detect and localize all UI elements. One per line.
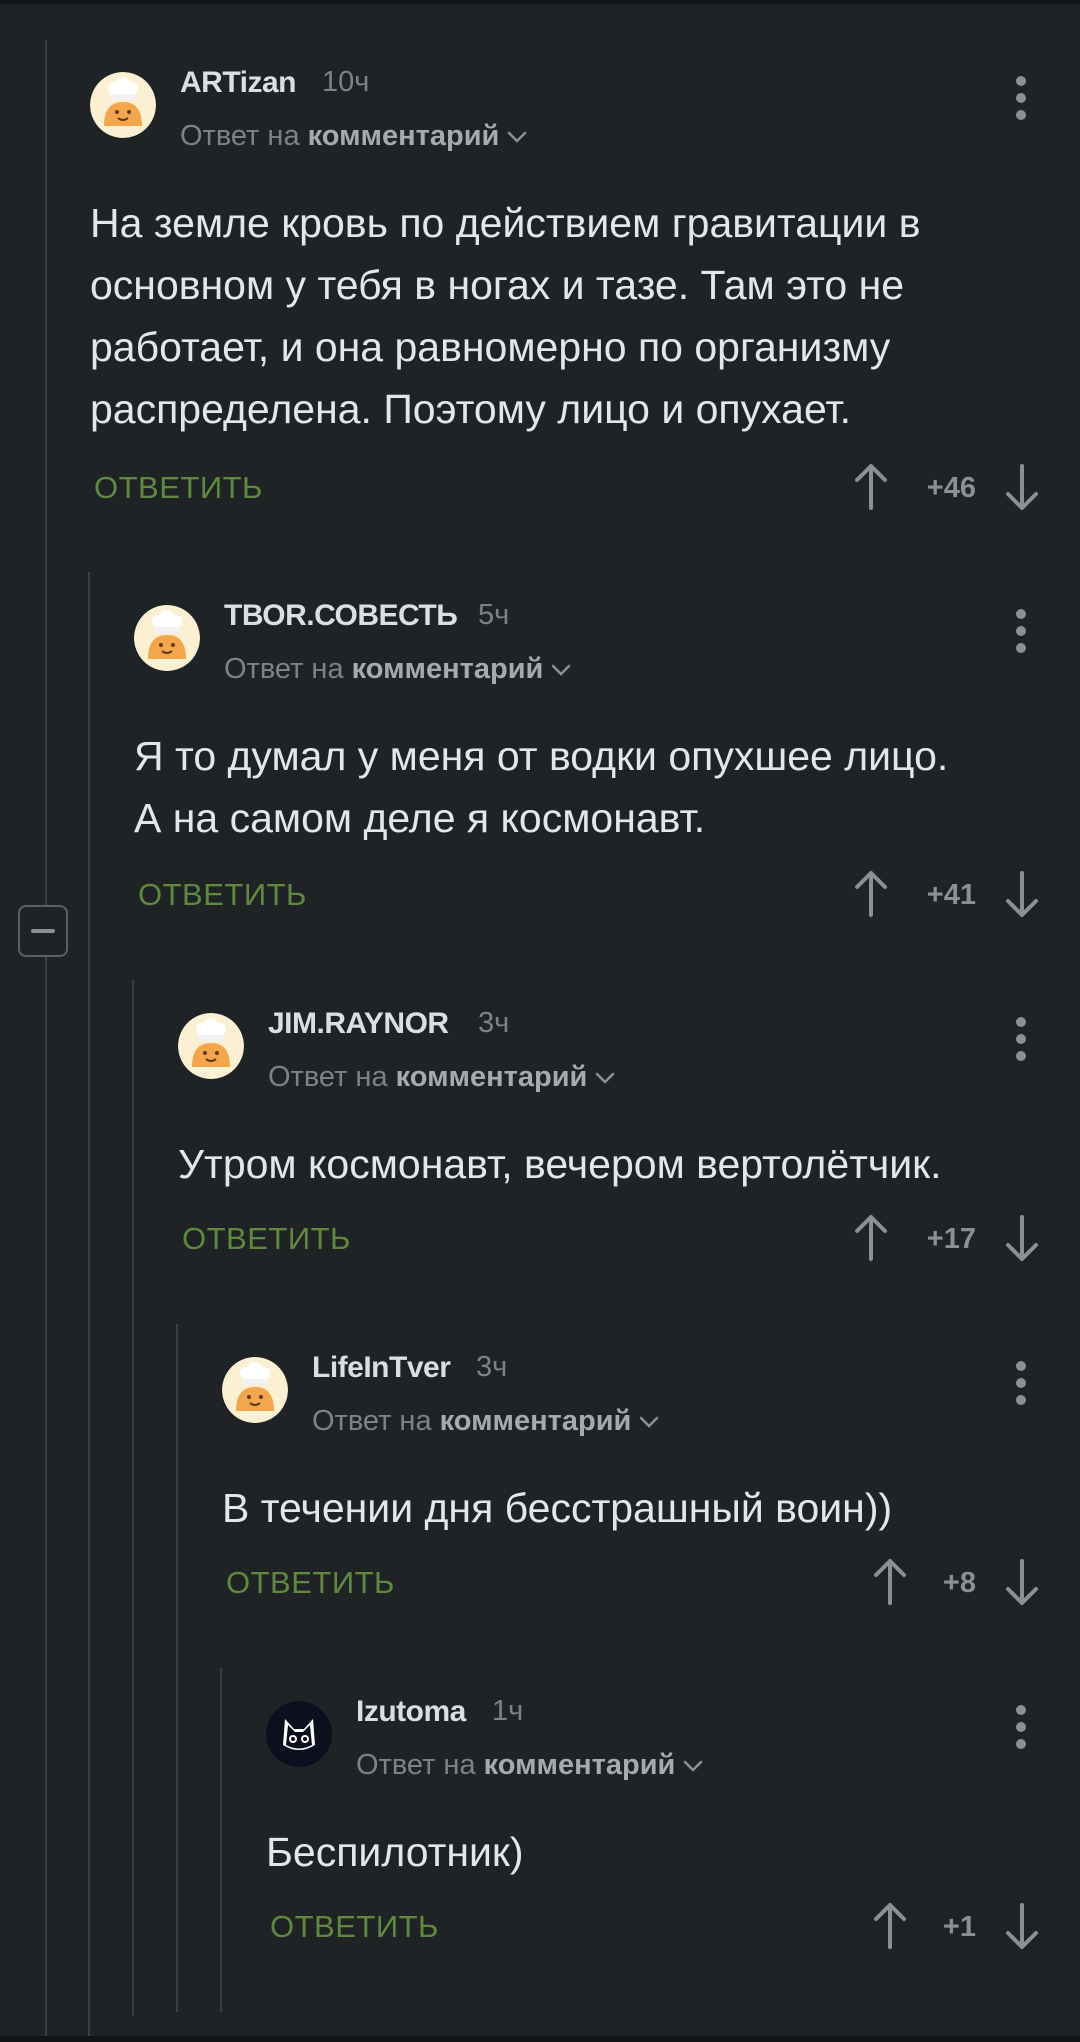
reply-button[interactable]: ОТВЕТИТЬ xyxy=(182,1221,351,1257)
comment-text: Я то думал у меня от водки опухшее лицо.… xyxy=(134,725,948,849)
chevron-down-icon xyxy=(596,1073,615,1085)
downvote-arrow-icon[interactable] xyxy=(1002,871,1042,919)
reply-target: комментарий xyxy=(483,1749,676,1781)
reply-target: комментарий xyxy=(439,1405,632,1437)
comment-time: 3ч xyxy=(476,1351,508,1383)
comment-time: 1ч xyxy=(492,1695,524,1727)
comment-score: +41 xyxy=(926,879,976,911)
chevron-down-icon xyxy=(684,1761,703,1773)
chef-avatar-image xyxy=(134,605,200,671)
reply-button[interactable]: ОТВЕТИТЬ xyxy=(138,877,307,913)
reply-prefix: Ответ на xyxy=(180,120,300,152)
downvote-arrow-icon[interactable] xyxy=(1002,464,1042,512)
comment-text-line: На земле кровь по действием гравитации в xyxy=(90,200,921,246)
avatar[interactable] xyxy=(222,1357,288,1423)
comment-text: На земле кровь по действием гравитации в… xyxy=(90,192,921,440)
username[interactable]: JIM.RAYNOR xyxy=(268,1007,449,1041)
top-divider xyxy=(0,0,1080,4)
reply-prefix: Ответ на xyxy=(356,1749,476,1781)
upvote-arrow-icon[interactable] xyxy=(851,462,891,510)
chef-avatar-image xyxy=(222,1357,288,1423)
comment-text: Беспилотник) xyxy=(266,1821,524,1883)
more-menu-icon[interactable] xyxy=(1009,1353,1033,1413)
bottom-divider xyxy=(0,2036,1080,2042)
username[interactable]: Izutoma xyxy=(356,1695,466,1729)
reply-prefix: Ответ на xyxy=(268,1061,388,1093)
downvote-arrow-icon[interactable] xyxy=(1002,1903,1042,1951)
comment-score: +8 xyxy=(942,1567,976,1599)
chevron-down-icon xyxy=(508,132,527,144)
comment-text-line: работает, и она равномерно по организму xyxy=(90,324,891,370)
avatar[interactable] xyxy=(266,1701,332,1767)
upvote-arrow-icon[interactable] xyxy=(851,869,891,917)
minus-icon xyxy=(31,929,55,933)
more-menu-icon[interactable] xyxy=(1009,601,1033,661)
comment-time: 5ч xyxy=(478,599,510,631)
chef-avatar-image xyxy=(178,1013,244,1079)
comment-text-line: В течении дня бесстрашный воин)) xyxy=(222,1485,893,1531)
reply-to-link[interactable]: Ответ на комментарий xyxy=(224,653,571,686)
reply-to-link[interactable]: Ответ на комментарий xyxy=(312,1405,659,1438)
avatar[interactable] xyxy=(178,1013,244,1079)
comment-time: 3ч xyxy=(478,1007,510,1039)
cat-avatar-image xyxy=(266,1701,332,1767)
downvote-arrow-icon[interactable] xyxy=(1002,1559,1042,1607)
comment-time: 10ч xyxy=(322,66,370,98)
comment-text-line: основном у тебя в ногах и тазе. Там это … xyxy=(90,262,905,308)
reply-to-link[interactable]: Ответ на комментарий xyxy=(180,120,527,153)
upvote-arrow-icon[interactable] xyxy=(851,1213,891,1261)
comment-score: +1 xyxy=(942,1911,976,1943)
reply-prefix: Ответ на xyxy=(224,653,344,685)
thread-line-1 xyxy=(45,40,47,2036)
reply-target: комментарий xyxy=(307,120,500,152)
avatar[interactable] xyxy=(90,72,156,138)
thread-line-5 xyxy=(220,1668,222,2012)
reply-button[interactable]: ОТВЕТИТЬ xyxy=(94,470,263,506)
reply-to-link[interactable]: Ответ на комментарий xyxy=(356,1749,703,1782)
comment-text-line: Я то думал у меня от водки опухшее лицо. xyxy=(134,733,949,779)
comment-text-line: Беспилотник) xyxy=(266,1829,524,1875)
reply-button[interactable]: ОТВЕТИТЬ xyxy=(270,1909,439,1945)
avatar[interactable] xyxy=(134,605,200,671)
username[interactable]: LifeInTver xyxy=(312,1351,451,1385)
more-menu-icon[interactable] xyxy=(1009,68,1033,128)
reply-target: комментарий xyxy=(351,653,544,685)
more-menu-icon[interactable] xyxy=(1009,1009,1033,1069)
comment-score: +46 xyxy=(926,472,976,504)
username[interactable]: ARTizan xyxy=(180,66,296,100)
chevron-down-icon xyxy=(552,665,571,677)
comment-text-line: А на самом деле я космонавт. xyxy=(134,795,706,841)
username[interactable]: ТВОR.СОВЕСТЬ xyxy=(224,599,458,633)
comment-text-line: Утром космонавт, вечером вертолётчик. xyxy=(178,1141,942,1187)
reply-button[interactable]: ОТВЕТИТЬ xyxy=(226,1565,395,1601)
reply-to-link[interactable]: Ответ на комментарий xyxy=(268,1061,615,1094)
chef-avatar-image xyxy=(90,72,156,138)
thread-line-3 xyxy=(132,980,134,2016)
downvote-arrow-icon[interactable] xyxy=(1002,1215,1042,1263)
collapse-thread-button[interactable] xyxy=(18,905,68,957)
comment-score: +17 xyxy=(926,1223,976,1255)
chevron-down-icon xyxy=(640,1417,659,1429)
more-menu-icon[interactable] xyxy=(1009,1697,1033,1757)
reply-target: комментарий xyxy=(395,1061,588,1093)
reply-prefix: Ответ на xyxy=(312,1405,432,1437)
comment-text-line: распределена. Поэтому лицо и опухает. xyxy=(90,386,852,432)
thread-line-4 xyxy=(176,1324,178,2012)
comment-text: В течении дня бесстрашный воин)) xyxy=(222,1477,892,1539)
comment-text: Утром космонавт, вечером вертолётчик. xyxy=(178,1133,942,1195)
thread-line-2 xyxy=(88,572,90,2036)
